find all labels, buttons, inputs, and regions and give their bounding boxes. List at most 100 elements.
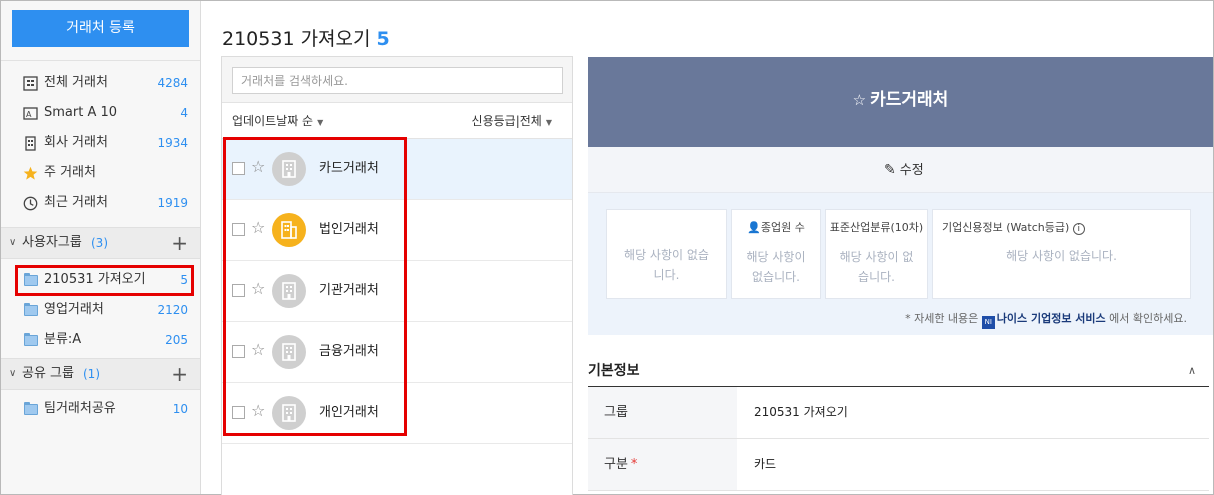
chevron-down-icon[interactable]: ∨: [9, 237, 16, 248]
sidebar-item-count: 4284: [157, 76, 188, 90]
search-input[interactable]: [232, 67, 563, 94]
folder-item-sales[interactable]: 영업거래처 2120: [1, 295, 200, 325]
field-value: 210531 가져오기: [754, 405, 848, 419]
credit-filter-dropdown[interactable]: 신용등급|전체 ▼: [472, 103, 552, 141]
building-list-icon: [23, 76, 38, 91]
field-key-text: 구분: [604, 457, 628, 472]
sort-dropdown[interactable]: 업데이트날짜 순 ▼: [232, 103, 323, 141]
sidebar-item-count: 1934: [157, 136, 188, 150]
sidebar-item-all-clients[interactable]: 전체 거래처 4284: [1, 68, 200, 98]
sidebar-item-label: 주 거래처: [44, 165, 96, 180]
register-client-button[interactable]: 거래처 등록: [12, 10, 189, 47]
field-key: 그룹: [588, 387, 737, 438]
nice-service-link[interactable]: 나이스 기업정보 서비스: [997, 312, 1106, 325]
detail-title-text: 카드거래처: [870, 90, 949, 110]
sidebar-divider: [1, 60, 200, 61]
chevron-up-icon[interactable]: ∧: [1188, 364, 1196, 377]
add-group-icon[interactable]: +: [171, 230, 188, 256]
sidebar: 거래처 등록 전체 거래처 4284 A Smart A 10 4 회사 거래처…: [1, 1, 201, 494]
shared-group-label: 공유 그룹: [22, 366, 74, 381]
search-bar: [222, 57, 572, 103]
sidebar-item-label: 전체 거래처: [44, 75, 108, 90]
add-group-icon[interactable]: +: [171, 361, 188, 387]
folder-count: 205: [165, 333, 188, 347]
info-card-value: 해당 사항이: [746, 250, 806, 264]
edit-label: 수정: [899, 163, 924, 178]
sidebar-item-count: 4: [180, 106, 188, 120]
clock-icon: [23, 196, 38, 211]
info-card-value: 해당 사항이 없습: [624, 248, 709, 262]
selection-highlight: [15, 265, 194, 296]
employee-count-card: 👤종업원 수 해당 사항이 없습니다.: [731, 209, 821, 299]
credit-info-card: 기업신용정보 (Watch등급) i 해당 사항이 없습니다.: [932, 209, 1191, 299]
sidebar-item-count: 1919: [157, 196, 188, 210]
sidebar-item-company-clients[interactable]: 회사 거래처 1934: [1, 128, 200, 158]
note-prefix: * 자세한 내용은: [905, 312, 979, 325]
folder-icon: [23, 333, 38, 348]
filter-label: 신용등급|전체: [471, 114, 542, 128]
info-icon[interactable]: i: [1072, 223, 1085, 235]
sidebar-item-label: 최근 거래처: [44, 195, 108, 210]
folder-item-category-a[interactable]: 분류:A 205: [1, 325, 200, 355]
sidebar-item-smart-a[interactable]: A Smart A 10 4: [1, 98, 200, 128]
sidebar-item-label: 회사 거래처: [44, 135, 108, 150]
shared-group-count: (1): [83, 367, 100, 381]
industry-class-card: 표준산업분류(10차) 해당 사항이 없 습니다.: [825, 209, 928, 299]
info-card-title: 👤종업원 수: [732, 219, 820, 235]
folder-icon: [23, 303, 38, 318]
rows-highlight: [223, 137, 407, 436]
star-icon: [23, 166, 38, 181]
basic-info-title: 기본정보: [588, 363, 640, 379]
sidebar-item-main-clients[interactable]: 주 거래처: [1, 158, 200, 188]
info-card-value: 습니다.: [858, 270, 895, 284]
folder-icon: [23, 402, 38, 417]
shared-group-header[interactable]: ∨ 공유 그룹 (1) +: [1, 358, 200, 390]
info-card-title: 표준산업분류(10차): [829, 221, 924, 234]
info-card-title: 기업신용정보 (Watch등급) i: [933, 219, 1190, 235]
detail-title: ☆ 카드거래처: [588, 57, 1213, 143]
folder-count: 10: [172, 402, 188, 416]
info-card-value: 니다.: [653, 268, 680, 282]
page-title: 210531 가져오기 5: [222, 24, 390, 51]
user-group-header[interactable]: ∨ 사용자그룹 (3) +: [1, 227, 200, 259]
field-key: 구분 *: [588, 439, 737, 490]
folder-item-team-shared[interactable]: 팀거래처공유 10: [1, 394, 200, 424]
chevron-down-icon[interactable]: ∨: [9, 368, 16, 379]
sidebar-item-recent-clients[interactable]: 최근 거래처 1919: [1, 188, 200, 218]
user-group-label: 사용자그룹: [22, 235, 82, 250]
note-suffix: 에서 확인하세요.: [1109, 312, 1187, 325]
info-card: 해당 사항이 없습 니다.: [606, 209, 727, 299]
person-icon: 👤: [747, 221, 761, 234]
user-group-count: (3): [91, 236, 108, 250]
folder-count: 2120: [157, 303, 188, 317]
folder-label: 영업거래처: [44, 302, 104, 317]
info-card-value: 없습니다.: [752, 270, 800, 284]
sidebar-item-label: Smart A 10: [44, 105, 118, 120]
info-card-title-text: 종업원 수: [760, 221, 805, 234]
folder-label: 팀거래처공유: [44, 401, 116, 416]
edit-pencil-icon: ✎: [884, 162, 896, 178]
nice-logo-icon: NI: [981, 316, 995, 329]
edit-button[interactable]: ✎ 수정: [884, 147, 924, 194]
field-row-type: 구분 * 카드: [588, 439, 1209, 491]
info-card-value: 해당 사항이 없습니다.: [1006, 249, 1117, 263]
company-building-icon: [23, 136, 38, 151]
company-info-section: 해당 사항이 없습 니다. 👤종업원 수 해당 사항이 없습니다. 표준산업분류…: [588, 193, 1213, 335]
favorite-star-icon[interactable]: ☆: [853, 91, 866, 109]
edit-bar: ✎ 수정: [588, 147, 1213, 193]
page-title-text: 210531 가져오기: [222, 28, 371, 50]
required-mark: *: [630, 457, 638, 472]
caret-down-icon: ▼: [317, 118, 324, 127]
field-row-group: 그룹 210531 가져오기: [588, 387, 1209, 439]
nice-info-note: * 자세한 내용은 NI 나이스 기업정보 서비스 에서 확인하세요.: [905, 310, 1187, 329]
svg-text:A: A: [26, 110, 32, 119]
smart-a-icon: A: [23, 106, 38, 121]
sort-label: 업데이트날짜 순: [232, 114, 314, 128]
folder-label: 분류:A: [44, 332, 82, 347]
sort-row: 업데이트날짜 순 ▼ 신용등급|전체 ▼: [222, 103, 572, 139]
info-card-value: 해당 사항이 없: [839, 250, 914, 264]
page-title-count: 5: [376, 28, 390, 50]
info-card-title-text: 기업신용정보 (Watch등급): [942, 221, 1070, 234]
detail-header: ☆ 카드거래처: [588, 57, 1213, 147]
caret-down-icon: ▼: [545, 118, 552, 127]
